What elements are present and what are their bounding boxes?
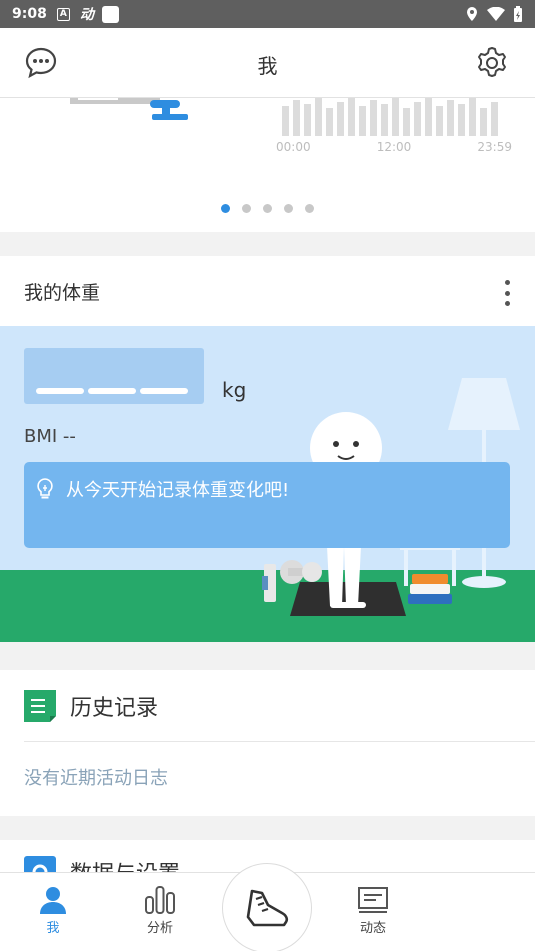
nav-item-me[interactable]: 我 <box>13 885 93 936</box>
page-dot[interactable] <box>221 204 230 213</box>
gear-icon[interactable] <box>475 46 509 80</box>
weight-card[interactable]: 我的体重 kg BMI -- 从今天开始记录体重变化吧! <box>0 256 535 642</box>
page-dot[interactable] <box>284 204 293 213</box>
status-bar: 9:08 A 动 <box>0 0 535 28</box>
document-icon <box>24 689 56 722</box>
nav-item-feed[interactable]: 动态 <box>333 885 413 936</box>
notification-a-icon: A <box>56 7 70 21</box>
nav-item-analysis[interactable]: 分析 <box>120 885 200 936</box>
history-title: 历史记录 <box>70 695 159 721</box>
notification-box-icon <box>101 5 119 23</box>
nav-label-feed: 动态 <box>359 921 386 936</box>
weight-card-title: 我的体重 <box>24 281 101 304</box>
status-time: 9:08 <box>12 6 47 22</box>
battery-icon <box>514 5 522 22</box>
shoe-icon <box>246 889 289 927</box>
page-dot[interactable] <box>242 204 251 213</box>
page-indicator <box>0 204 535 213</box>
workout-button[interactable] <box>222 863 312 951</box>
exercise-illustration <box>70 98 188 120</box>
bottom-nav: 我 分析 动态 <box>0 863 535 951</box>
more-options-icon[interactable] <box>503 280 511 306</box>
feed-icon <box>358 887 388 913</box>
weight-tip-text: 从今天开始记录体重变化吧! <box>66 480 290 501</box>
page-dot[interactable] <box>305 204 314 213</box>
chart-time-axis: 00:00 12:00 23:59 <box>276 140 512 154</box>
time-label-start: 00:00 <box>276 140 311 154</box>
person-icon <box>40 887 66 914</box>
app-header: 我 <box>0 28 535 98</box>
location-icon <box>467 7 477 21</box>
nav-label-analysis: 分析 <box>146 921 173 936</box>
weight-scene: kg BMI -- 从今天开始记录体重变化吧! <box>0 326 535 642</box>
history-empty-text: 没有近期活动日志 <box>24 768 168 789</box>
notification-app-icon: 动 <box>79 7 94 23</box>
lightbulb-icon <box>37 478 53 499</box>
time-label-mid: 12:00 <box>376 140 412 154</box>
wifi-icon <box>487 7 505 21</box>
time-label-end: 23:59 <box>477 140 512 154</box>
summary-carousel[interactable]: 00:00 12:00 23:59 <box>0 98 535 232</box>
page-title: 我 <box>257 54 278 78</box>
weight-value-display[interactable] <box>24 348 204 404</box>
books-illustration <box>408 574 452 604</box>
nav-label-me: 我 <box>46 921 60 936</box>
bar-chart-icon <box>145 886 175 914</box>
activity-bars <box>282 98 498 136</box>
weight-tip: 从今天开始记录体重变化吧! <box>24 462 510 548</box>
bmi-value: BMI -- <box>24 426 76 447</box>
weight-unit: kg <box>222 378 247 402</box>
history-card[interactable]: 历史记录 没有近期活动日志 <box>0 670 535 816</box>
page-dot[interactable] <box>263 204 272 213</box>
